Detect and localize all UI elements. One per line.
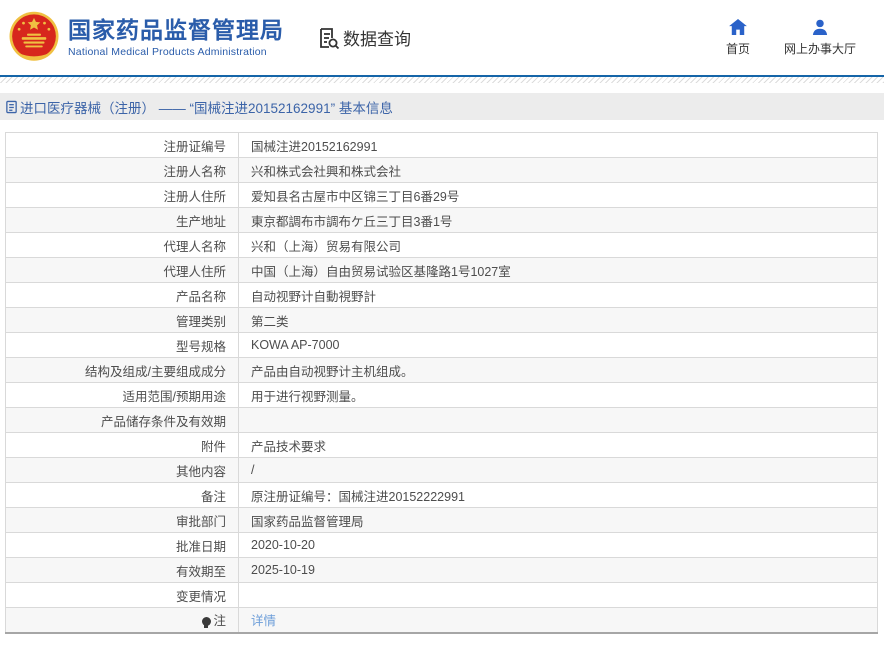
- row-label: 适用范围/预期用途: [5, 382, 239, 408]
- row-label: 代理人住所: [5, 257, 239, 283]
- row-label: 变更情况: [5, 582, 239, 608]
- table-row: 备注 原注册证编号：国械注进20152222991: [5, 482, 878, 508]
- row-label: 代理人名称: [5, 232, 239, 258]
- row-label: 其他内容: [5, 457, 239, 483]
- row-label: 产品储存条件及有效期: [5, 407, 239, 433]
- site-logo: 国家药品监督管理局 National Medical Products Admi…: [6, 9, 284, 67]
- table-row: 代理人住所 中国（上海）自由贸易试验区基隆路1号1027室: [5, 257, 878, 283]
- table-row: 变更情况: [5, 582, 878, 608]
- table-row: 适用范围/预期用途 用于进行视野测量。: [5, 382, 878, 408]
- row-label: 批准日期: [5, 532, 239, 558]
- breadcrumb-text: 进口医疗器械（注册） —— “国械注进20152162991” 基本信息: [20, 100, 393, 116]
- national-emblem-icon: [9, 11, 59, 61]
- row-value: 第二类: [238, 307, 878, 333]
- table-row: 结构及组成/主要组成成分 产品由自动视野计主机组成。: [5, 357, 878, 383]
- row-label: 备注: [5, 482, 239, 508]
- row-value: 兴和株式会社興和株式会社: [238, 157, 878, 183]
- registration-info-table-wrap: 注册证编号 国械注进20152162991 注册人名称 兴和株式会社興和株式会社 注册人…: [5, 132, 878, 634]
- table-row: 型号规格 KOWA AP-7000: [5, 332, 878, 358]
- nav-data-query-label: 数据查询: [343, 30, 411, 49]
- row-label: 注册人住所: [5, 182, 239, 208]
- table-row: 注详情: [5, 607, 878, 633]
- site-header: 国家药品监督管理局 National Medical Products Admi…: [0, 0, 884, 75]
- nav-service-hall[interactable]: 网上办事大厅: [784, 19, 856, 57]
- table-row: 产品储存条件及有效期: [5, 407, 878, 433]
- nav-service-hall-label: 网上办事大厅: [783, 41, 856, 56]
- table-row: 附件 产品技术要求: [5, 432, 878, 458]
- row-label: 附件: [5, 432, 239, 458]
- row-label: 产品名称: [5, 282, 239, 308]
- row-label: 生产地址: [5, 207, 239, 233]
- bulb-icon: [202, 617, 212, 629]
- row-value: 详情: [238, 607, 878, 633]
- row-value: 原注册证编号：国械注进20152222991: [238, 482, 878, 508]
- row-value: 自动视野计自動視野計: [238, 282, 878, 308]
- registration-info-table: 注册证编号 国械注进20152162991 注册人名称 兴和株式会社興和株式会社 注册人…: [5, 132, 878, 634]
- table-row: 管理类别 第二类: [5, 307, 878, 333]
- row-value: 2025-10-19: [238, 557, 878, 583]
- info-table-body: 注册证编号 国械注进20152162991 注册人名称 兴和株式会社興和株式会社 注册人…: [5, 132, 878, 633]
- row-value: /: [238, 457, 878, 483]
- row-value: 2020-10-20: [238, 532, 878, 558]
- nav-data-query[interactable]: 数据查询: [316, 25, 411, 50]
- row-value: 国械注进20152162991: [238, 132, 878, 158]
- hatch-texture: [0, 77, 884, 83]
- row-label: 审批部门: [5, 507, 239, 533]
- home-icon: [729, 18, 747, 35]
- table-row: 有效期至 2025-10-19: [5, 557, 878, 583]
- nav-home[interactable]: 首页: [725, 18, 750, 57]
- row-value: 中国（上海）自由贸易试验区基隆路1号1027室: [238, 257, 878, 283]
- table-row: 其他内容 /: [5, 457, 878, 483]
- detail-link[interactable]: 详情: [251, 614, 276, 628]
- row-value: KOWA AP-7000: [238, 332, 878, 358]
- row-label: 注: [5, 607, 239, 633]
- document-search-icon: [320, 27, 340, 49]
- row-label: 有效期至: [5, 557, 239, 583]
- page-icon: [6, 100, 17, 113]
- row-label: 注册证编号: [5, 132, 239, 158]
- table-row: 批准日期 2020-10-20: [5, 532, 878, 558]
- row-label: 管理类别: [5, 307, 239, 333]
- table-row: 审批部门 国家药品监督管理局: [5, 507, 878, 533]
- row-value: 兴和（上海）贸易有限公司: [238, 232, 878, 258]
- table-row: 生产地址 東京都調布市調布ケ丘三丁目3番1号: [5, 207, 878, 233]
- table-row: 代理人名称 兴和（上海）贸易有限公司: [5, 232, 878, 258]
- site-title-en: National Medical Products Administration: [68, 45, 267, 58]
- row-value: 国家药品监督管理局: [238, 507, 878, 533]
- row-value: 東京都調布市調布ケ丘三丁目3番1号: [238, 207, 878, 233]
- header-right-nav: 首页 网上办事大厅: [725, 18, 856, 57]
- breadcrumb: 进口医疗器械（注册） —— “国械注进20152162991” 基本信息: [0, 93, 884, 120]
- table-row: 产品名称 自动视野计自動視野計: [5, 282, 878, 308]
- row-label: 型号规格: [5, 332, 239, 358]
- row-value: [238, 407, 878, 433]
- person-icon: [812, 19, 828, 35]
- table-row: 注册人名称 兴和株式会社興和株式会社: [5, 157, 878, 183]
- site-title-cn: 国家药品监督管理局: [68, 17, 284, 44]
- row-value: 用于进行视野测量。: [238, 382, 878, 408]
- row-value: 产品技术要求: [238, 432, 878, 458]
- row-value: [238, 582, 878, 608]
- row-label: 注册人名称: [5, 157, 239, 183]
- row-value: 爱知县名古屋市中区锦三丁目6番29号: [238, 182, 878, 208]
- site-title-block: 国家药品监督管理局 National Medical Products Admi…: [68, 17, 284, 57]
- nav-home-label: 首页: [725, 41, 750, 56]
- row-label: 结构及组成/主要组成成分: [5, 357, 239, 383]
- table-row: 注册人住所 爱知县名古屋市中区锦三丁目6番29号: [5, 182, 878, 208]
- row-value: 产品由自动视野计主机组成。: [238, 357, 878, 383]
- table-row: 注册证编号 国械注进20152162991: [5, 132, 878, 158]
